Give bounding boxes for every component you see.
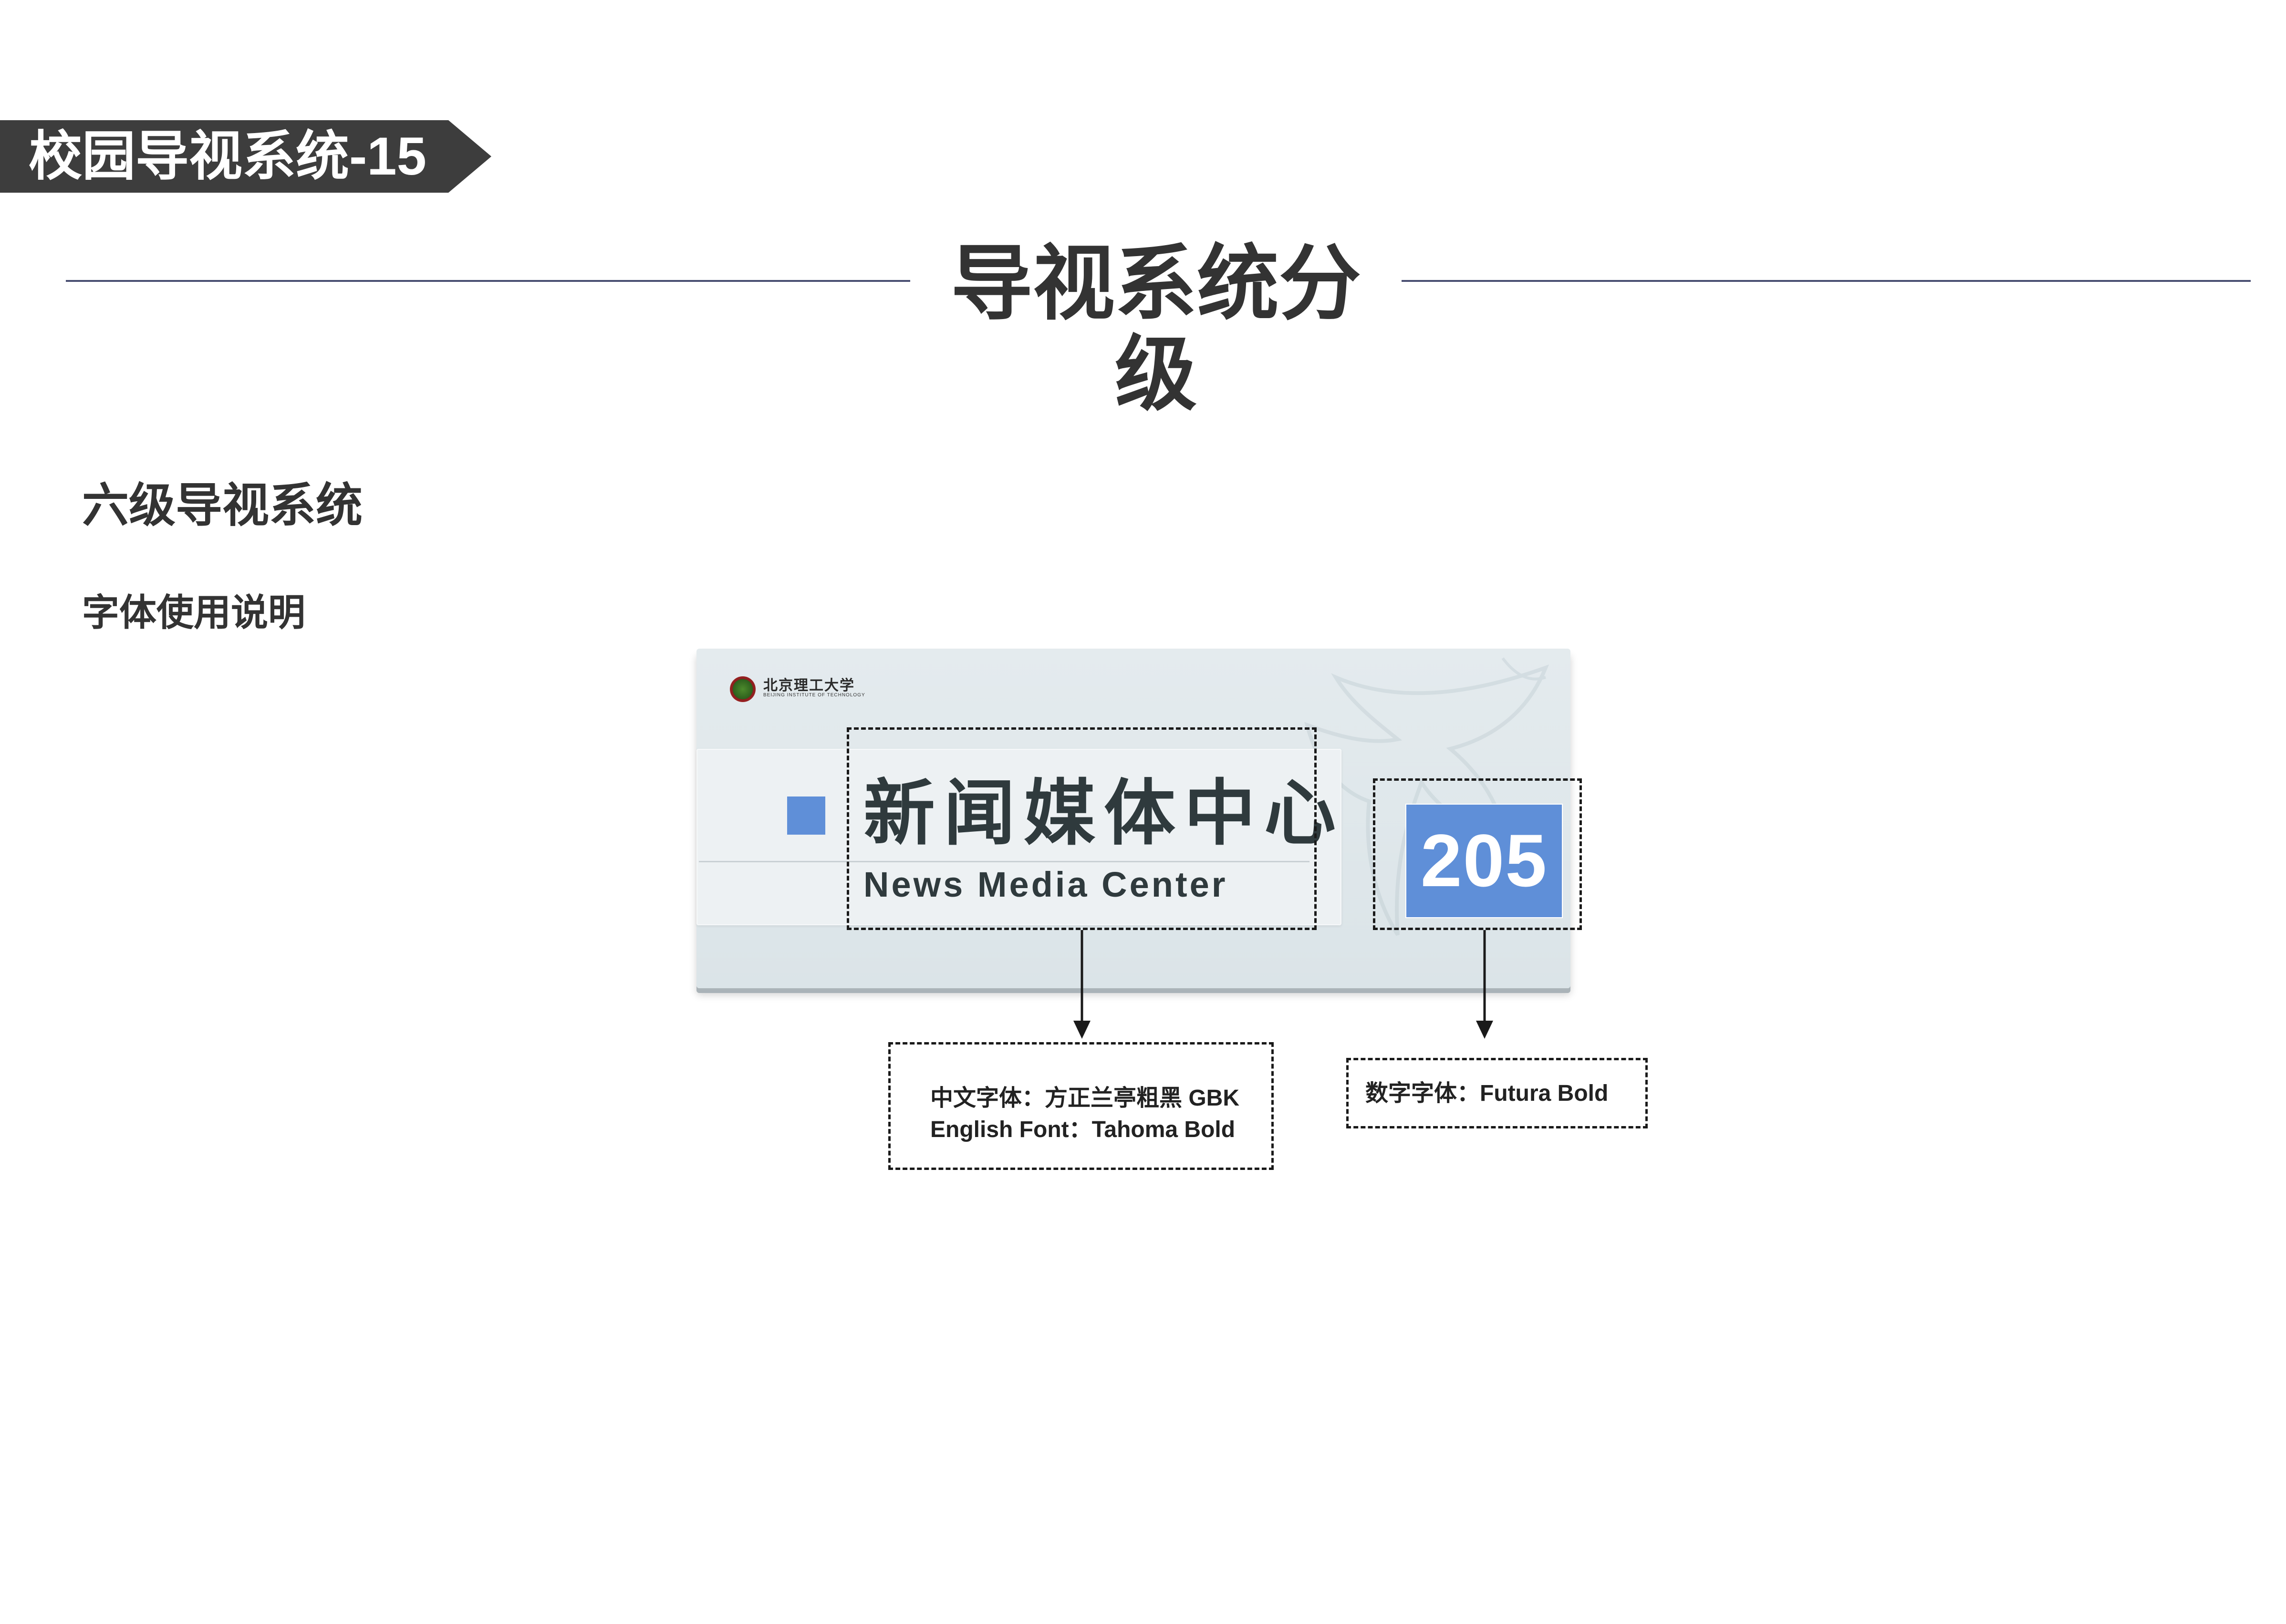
header-tab-label: 校园导视系统-15 [29, 126, 426, 186]
title-rule-left [66, 280, 910, 282]
section-subtitle: 字体使用说明 [82, 591, 306, 633]
section-title: 六级导视系统 [82, 479, 363, 531]
english-font-note: English Font：Tahoma Bold [930, 1117, 1236, 1142]
university-name-cn: 北京理工大学 [763, 677, 855, 694]
name-highlight-frame [847, 727, 1317, 930]
chinese-font-note: 中文字体：方正兰亭粗黑 GBK [930, 1086, 1240, 1111]
title-rule-right [1402, 280, 2251, 282]
page-title: 导视系统分级 [951, 238, 1361, 420]
number-highlight-frame [1373, 778, 1582, 930]
blue-marker-icon [787, 796, 825, 835]
university-logo-icon [730, 676, 756, 702]
university-name-en: BEIJING INSTITUTE OF TECHNOLOGY [763, 693, 865, 698]
number-font-note: 数字字体：Futura Bold [1365, 1081, 1609, 1106]
